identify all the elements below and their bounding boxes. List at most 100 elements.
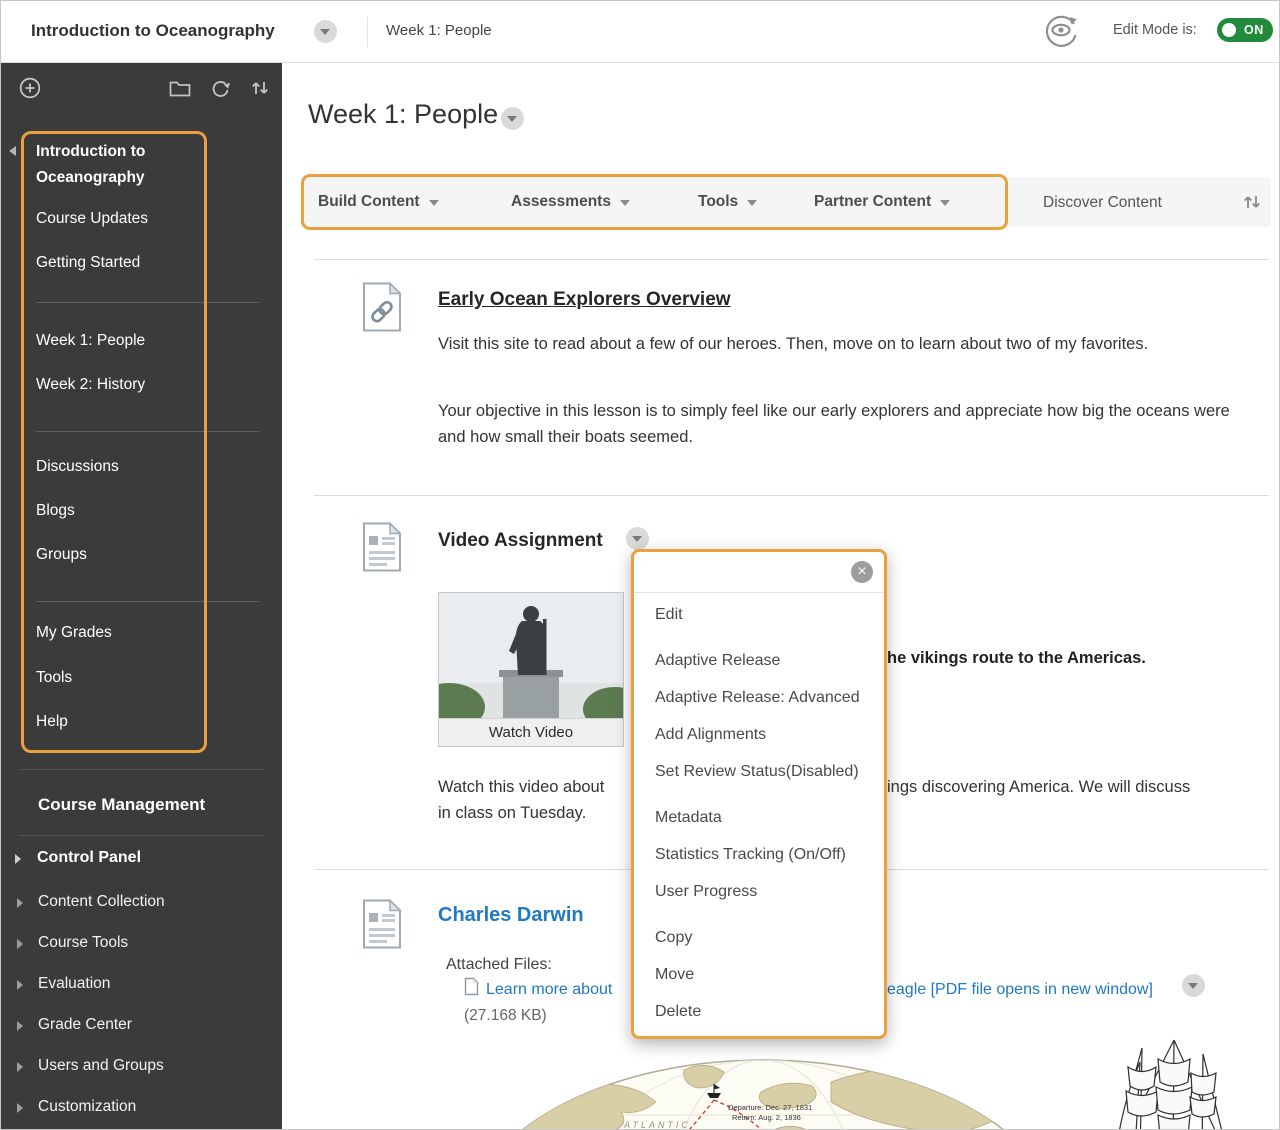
menu-divider: [36, 601, 259, 602]
item-menu-button[interactable]: [626, 527, 649, 550]
context-menu-list: Edit Adaptive Release Adaptive Release: …: [634, 596, 884, 1030]
attached-file-link-fragment[interactable]: eagle [PDF file opens in new window]: [887, 977, 1153, 1003]
sidebar-item-grade-center[interactable]: Grade Center: [38, 1016, 132, 1034]
tools-button[interactable]: Tools: [698, 193, 757, 211]
assessments-button[interactable]: Assessments: [511, 193, 630, 211]
menu-item-adaptive-release[interactable]: Adaptive Release: [634, 642, 884, 679]
page-title-menu-button[interactable]: [501, 107, 524, 130]
edit-mode-toggle[interactable]: ON: [1217, 18, 1273, 42]
edit-mode-value: ON: [1244, 23, 1264, 37]
ship-illustration: [1106, 1038, 1231, 1130]
chevron-down-icon: [620, 200, 630, 206]
item-description: Visit this site to read about a few of o…: [438, 332, 1200, 358]
sidebar-item-course-updates[interactable]: Course Updates: [36, 208, 148, 230]
file-size: (27.168 KB): [464, 1003, 547, 1029]
item-title-link[interactable]: Charles Darwin: [438, 904, 584, 927]
chevron-right-icon: [17, 898, 23, 908]
chevron-down-icon: [747, 200, 757, 206]
sidebar-item-control-panel[interactable]: Control Panel: [37, 849, 141, 867]
partner-content-button[interactable]: Partner Content: [814, 193, 950, 211]
menu-item-statistics-tracking[interactable]: Statistics Tracking (On/Off): [634, 836, 884, 873]
discover-content-button[interactable]: Discover Content: [1043, 194, 1162, 212]
edit-mode-label: Edit Mode is:: [1113, 22, 1197, 38]
attached-files-label: Attached Files:: [446, 952, 552, 978]
sidebar-item-course-tools[interactable]: Course Tools: [38, 934, 128, 952]
attached-file-link-fragment[interactable]: Learn more about: [486, 977, 612, 1003]
course-title: Introduction to Oceanography: [31, 21, 275, 41]
menu-item-set-review-status[interactable]: Set Review Status(Disabled): [634, 753, 884, 790]
reorder-up-down-icon[interactable]: [250, 78, 270, 103]
file-menu-button[interactable]: [1182, 974, 1205, 997]
sidebar-item-evaluation[interactable]: Evaluation: [38, 975, 110, 993]
content-item-early-ocean-explorers: Early Ocean Explorers Overview Visit thi…: [314, 259, 1269, 495]
menu-item-metadata[interactable]: Metadata: [634, 799, 884, 836]
item-title[interactable]: Video Assignment: [438, 530, 603, 552]
sidebar-item-getting-started[interactable]: Getting Started: [36, 252, 140, 274]
add-menu-item-icon[interactable]: [19, 77, 41, 104]
voyage-map-image: Departure: Dec. 27, 1831 Return: Aug. 2,…: [456, 1040, 1071, 1130]
sidebar-item-content-collection[interactable]: Content Collection: [38, 893, 165, 911]
menu-item-edit[interactable]: Edit: [634, 596, 884, 633]
video-thumbnail[interactable]: Watch Video: [438, 592, 624, 747]
item-title-link[interactable]: Early Ocean Explorers Overview: [438, 289, 731, 311]
menu-item-move[interactable]: Move: [634, 956, 884, 993]
statue-image: [439, 593, 623, 718]
sidebar-item-my-grades[interactable]: My Grades: [36, 622, 112, 644]
build-content-button[interactable]: Build Content: [318, 193, 439, 211]
course-title-menu-button[interactable]: [314, 20, 337, 43]
top-header: Introduction to Oceanography Week 1: Peo…: [1, 1, 1280, 63]
map-departure-label: Departure: Dec. 27, 1831: [728, 1103, 812, 1112]
menu-item-user-progress[interactable]: User Progress: [634, 873, 884, 910]
watch-video-caption: Watch Video: [439, 718, 623, 746]
sidebar-item-customization[interactable]: Customization: [38, 1098, 136, 1116]
header-divider: [367, 17, 368, 47]
student-preview-icon[interactable]: [1041, 13, 1081, 54]
chevron-down-icon: [429, 200, 439, 206]
chevron-down-icon: [1188, 983, 1198, 989]
chevron-down-icon: [507, 116, 517, 122]
sidebar-item-help[interactable]: Help: [36, 711, 68, 733]
menu-item-delete[interactable]: Delete: [634, 993, 884, 1030]
reorder-items-icon[interactable]: [1242, 192, 1262, 217]
refresh-icon[interactable]: [210, 78, 232, 105]
close-icon[interactable]: [851, 561, 873, 583]
sidebar-course-name[interactable]: Introduction to Oceanography: [36, 139, 196, 191]
menu-divider: [36, 302, 259, 303]
sidebar-item-discussions[interactable]: Discussions: [36, 456, 119, 478]
chevron-down-icon: [632, 536, 642, 542]
document-text-icon: [361, 899, 403, 954]
menu-divider: [36, 431, 259, 432]
chevron-right-icon: [17, 939, 23, 949]
menu-divider: [634, 592, 884, 593]
sidebar-item-week-1-people[interactable]: Week 1: People: [36, 330, 145, 352]
menu-item-copy[interactable]: Copy: [634, 919, 884, 956]
chevron-right-icon: [17, 1021, 23, 1031]
chevron-right-icon: [17, 1062, 23, 1072]
map-ocean-label: ATLANTIC: [623, 1120, 691, 1130]
section-divider: [19, 769, 264, 770]
course-management-header: Course Management: [38, 795, 205, 815]
map-return-label: Return: Aug. 2, 1836: [732, 1113, 801, 1122]
folder-icon[interactable]: [169, 80, 191, 102]
description-fragment: Watch this video about: [438, 775, 604, 801]
sidebar-item-blogs[interactable]: Blogs: [36, 500, 75, 522]
collapse-menu-icon[interactable]: [9, 146, 16, 156]
sidebar-item-week-2-history[interactable]: Week 2: History: [36, 374, 145, 396]
menu-item-adaptive-release-advanced[interactable]: Adaptive Release: Advanced: [634, 679, 884, 716]
page-title: Week 1: People: [308, 99, 498, 130]
section-divider: [19, 835, 264, 836]
chevron-right-icon: [17, 1103, 23, 1113]
document-text-icon: [361, 522, 403, 577]
description-fragment-bold: he vikings route to the Americas.: [887, 649, 1146, 668]
expand-control-panel-icon[interactable]: [15, 854, 21, 864]
description-fragment: in class on Tuesday.: [438, 801, 586, 827]
sidebar-item-groups[interactable]: Groups: [36, 544, 87, 566]
chevron-right-icon: [17, 980, 23, 990]
menu-item-add-alignments[interactable]: Add Alignments: [634, 716, 884, 753]
sidebar-item-users-and-groups[interactable]: Users and Groups: [38, 1057, 164, 1075]
toggle-dot: [1222, 23, 1236, 37]
sidebar-item-tools[interactable]: Tools: [36, 667, 72, 689]
file-icon: [464, 977, 479, 1001]
document-link-icon: [361, 282, 403, 337]
blackboard-window: Introduction to Oceanography Week 1: Peo…: [0, 0, 1280, 1130]
